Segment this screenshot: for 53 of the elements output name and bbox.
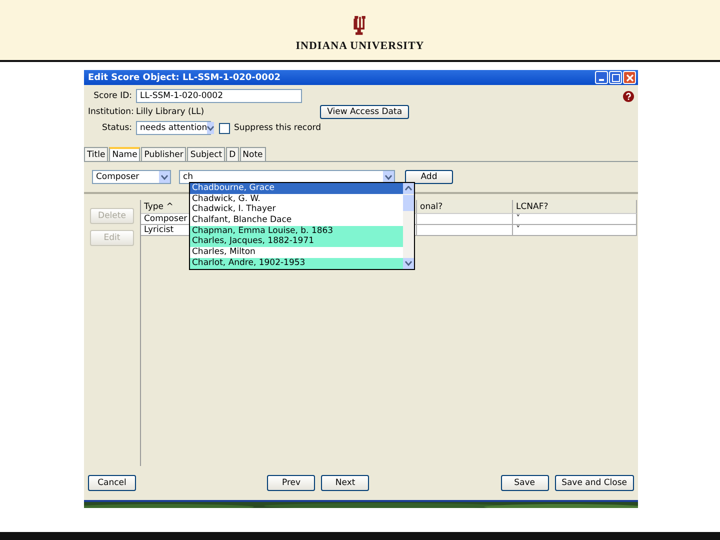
scroll-down-icon[interactable] <box>405 261 412 266</box>
column-header[interactable]: onal? <box>417 200 513 214</box>
caret-icon <box>207 126 214 130</box>
table-cell: Composer <box>141 214 191 225</box>
column-header[interactable]: LCNAF? <box>513 200 637 214</box>
table-cell: ˅ <box>513 225 637 236</box>
scrollbar[interactable] <box>403 183 414 269</box>
table-cell: Lyricist <box>141 225 191 236</box>
caret-icon <box>385 174 392 180</box>
suggestion-item[interactable]: Chadwick, G. W. <box>190 194 403 204</box>
caret-icon <box>161 174 168 180</box>
help-icon[interactable] <box>623 90 634 102</box>
brand-name: INDIANA UNIVERSITY <box>296 40 424 52</box>
score-id-field[interactable]: LL-SSM-1-020-0002 <box>136 89 302 103</box>
dialog-button[interactable]: Cancel <box>88 475 136 491</box>
dialog-button[interactable]: Prev <box>267 475 316 491</box>
institution-value: Lilly Library (LL) <box>136 107 204 117</box>
suggestion-item[interactable]: Charles, Jacques, 1882-1971 <box>190 236 403 248</box>
close-icon <box>626 74 634 82</box>
tab[interactable]: Name <box>109 147 140 161</box>
suggestion-item[interactable]: Chadbourne, Grace <box>190 183 403 194</box>
scroll-up-icon[interactable] <box>405 186 412 191</box>
checkbox-label: Suppress this record <box>234 123 322 133</box>
suggestion-item[interactable]: Chadwick, I. Thayer <box>190 204 403 216</box>
suggestion-item[interactable]: Chapman, Emma Louise, b. 1863 <box>190 226 403 236</box>
tab[interactable]: Note <box>240 147 266 161</box>
table-cell: ˅ <box>513 214 637 225</box>
minimize-button[interactable] <box>595 71 608 84</box>
close-button[interactable] <box>623 71 636 84</box>
window-title: Edit Score Object: LL-SSM-1-020-0002 <box>88 72 282 82</box>
field-label: Status: <box>101 123 132 133</box>
tab[interactable]: Publisher <box>141 147 186 161</box>
add-button[interactable]: Add <box>405 170 453 184</box>
field-label: Institution: <box>88 107 132 117</box>
suggestion-item[interactable]: Chalfant, Blanche Dace <box>190 215 403 226</box>
view-access-data-button[interactable]: View Access Data <box>320 105 410 119</box>
column-header[interactable]: Type ^ <box>141 200 191 214</box>
scroll-thumb[interactable] <box>403 195 414 211</box>
suggestion-item[interactable]: Charles, Milton <box>190 247 403 258</box>
tab[interactable]: Title <box>84 147 108 161</box>
tab[interactable]: Subject <box>187 147 226 161</box>
status-dropdown[interactable]: needs attention <box>136 121 211 135</box>
field-label: Score ID: <box>92 91 132 101</box>
tab[interactable]: D <box>226 147 239 161</box>
dialog-button[interactable]: Save <box>500 475 549 491</box>
checkbox[interactable] <box>219 122 230 134</box>
maximize-button[interactable] <box>609 71 622 84</box>
role-dropdown[interactable]: Composer <box>92 170 171 184</box>
dialog-button[interactable]: Save and Close <box>554 475 634 491</box>
minimize-icon <box>599 79 604 81</box>
dialog-button[interactable]: Next <box>321 475 370 491</box>
suggestion-item[interactable]: Charlot, Andre, 1902-1953 <box>190 258 403 268</box>
maximize-icon <box>612 74 620 82</box>
